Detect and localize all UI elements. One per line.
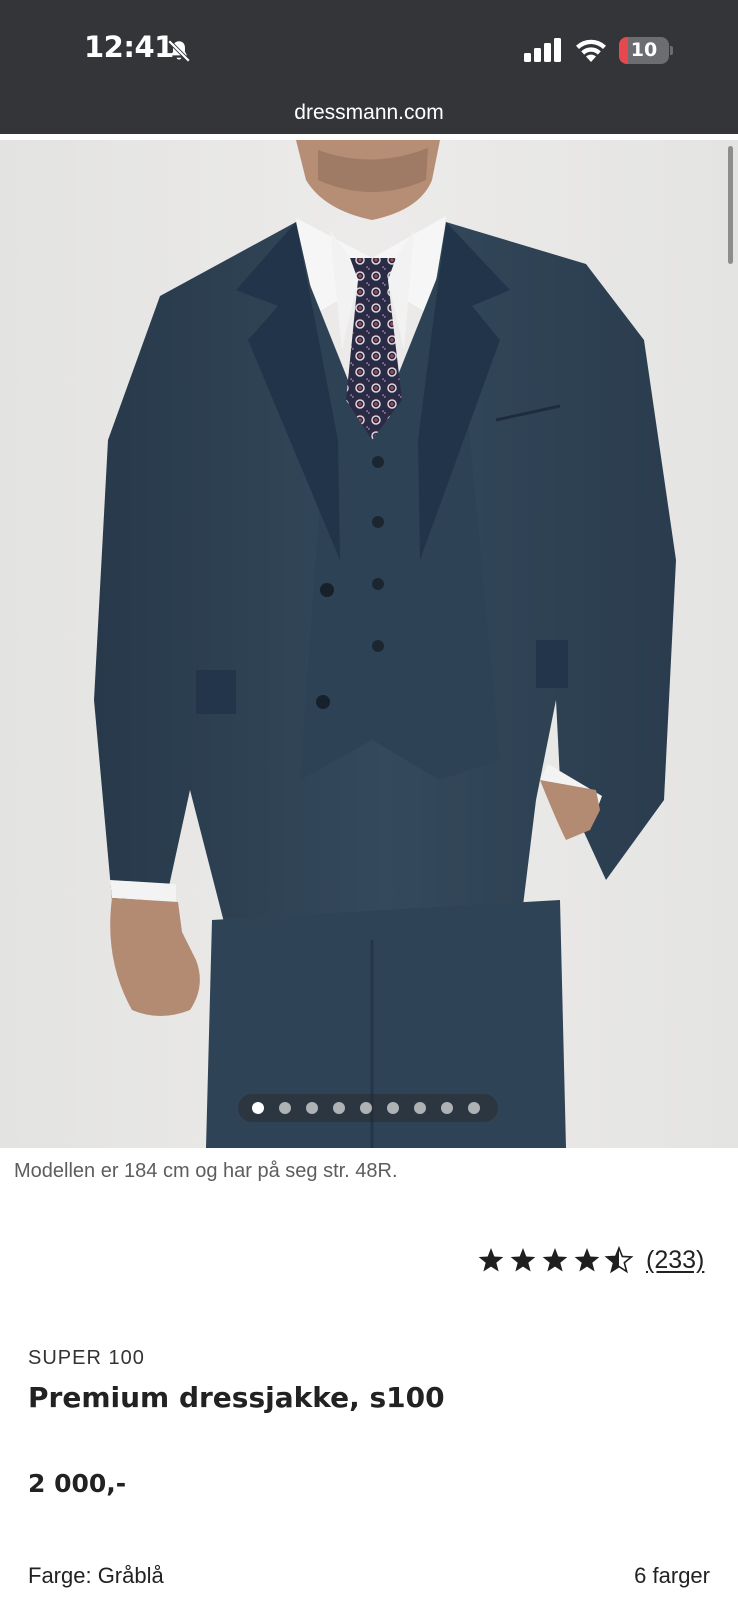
bell-muted-icon — [167, 39, 191, 63]
product-brand: SUPER 100 — [28, 1347, 145, 1369]
star-full-icon — [478, 1248, 504, 1272]
page-load-indicator — [0, 134, 738, 138]
status-bar: 12:41 10 — [0, 0, 738, 100]
battery-body: 10 — [619, 37, 669, 64]
battery-cap — [670, 46, 673, 55]
product-photo — [0, 140, 738, 1148]
gallery-dot[interactable] — [333, 1102, 345, 1114]
gallery-dot[interactable] — [414, 1102, 426, 1114]
color-label: Farge: Gråblå — [28, 1563, 164, 1588]
model-size-note: Modellen er 184 cm og har på seg str. 48… — [14, 1160, 398, 1182]
gallery-dot[interactable] — [306, 1102, 318, 1114]
gallery-dot[interactable] — [441, 1102, 453, 1114]
wifi-icon — [576, 39, 606, 62]
product-price: 2 000,- — [28, 1469, 127, 1498]
clock: 12:41 — [84, 30, 174, 64]
cellular-signal-icon — [524, 38, 561, 62]
gallery-dot[interactable] — [387, 1102, 399, 1114]
url-text[interactable]: dressmann.com — [0, 96, 738, 130]
battery-icon: 10 — [619, 37, 673, 64]
star-full-icon — [510, 1248, 536, 1272]
star-full-icon — [574, 1248, 600, 1272]
gallery-dot[interactable] — [279, 1102, 291, 1114]
battery-level: 10 — [630, 39, 658, 61]
address-bar[interactable]: dressmann.com — [0, 96, 738, 136]
product-title: Premium dressjakke, s100 — [28, 1381, 445, 1414]
color-count[interactable]: 6 farger — [634, 1563, 710, 1589]
gallery-dot[interactable] — [252, 1102, 264, 1114]
star-rating-icon — [478, 1246, 634, 1274]
star-full-icon — [542, 1248, 568, 1272]
gallery-dot[interactable] — [360, 1102, 372, 1114]
scroll-indicator[interactable] — [728, 146, 733, 264]
product-image[interactable] — [0, 140, 738, 1148]
gallery-pagination — [238, 1094, 498, 1122]
review-count-link[interactable]: (233) — [646, 1246, 704, 1275]
gallery-dot[interactable] — [468, 1102, 480, 1114]
